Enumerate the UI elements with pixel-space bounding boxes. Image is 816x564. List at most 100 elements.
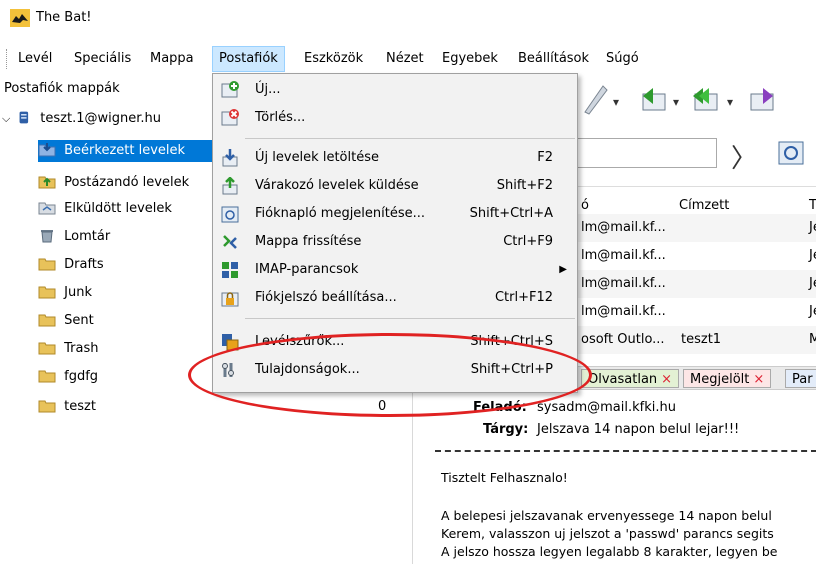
menu-level[interactable]: Levél bbox=[12, 46, 58, 72]
title-bar: The Bat! bbox=[0, 0, 816, 36]
window-title: The Bat! bbox=[36, 10, 92, 25]
folder-label: Beérkezett levelek bbox=[64, 143, 186, 158]
folder-pane-header: Postafiók mappák bbox=[4, 81, 120, 96]
message-row[interactable]: lm@mail.kf... Je bbox=[577, 270, 816, 298]
menu-item-label: Várakozó levelek küldése bbox=[255, 178, 419, 193]
tab-flagged[interactable]: Megjelölt × bbox=[683, 369, 772, 388]
menu-item-shortcut: Shift+F2 bbox=[496, 178, 553, 193]
menu-specialis[interactable]: Speciális bbox=[68, 46, 137, 72]
menu-nezet[interactable]: Nézet bbox=[380, 46, 430, 72]
menu-egyebek[interactable]: Egyebek bbox=[436, 46, 504, 72]
menu-item-delete-account[interactable]: Törlés... bbox=[215, 106, 575, 130]
menu-item-shortcut: Ctrl+F9 bbox=[503, 234, 553, 249]
folder-label: Elküldött levelek bbox=[64, 201, 172, 216]
message-row[interactable]: lm@mail.kf... Je bbox=[577, 298, 816, 326]
folder-label: fgdfg bbox=[64, 369, 99, 384]
message-from: lm@mail.kf... bbox=[581, 304, 666, 319]
menu-item-account-log[interactable]: Fióknapló megjelenítése... Shift+Ctrl+A bbox=[215, 202, 575, 226]
message-row[interactable]: osoft Outlo... teszt1 M bbox=[577, 326, 816, 354]
menu-item-label: IMAP-parancsok bbox=[255, 262, 359, 277]
menubar-grip[interactable] bbox=[6, 49, 8, 69]
close-icon[interactable]: × bbox=[753, 372, 764, 387]
folder-icon bbox=[38, 286, 56, 299]
menu-eszkozok[interactable]: Eszközök bbox=[298, 46, 369, 72]
folder-item-trash-bin[interactable]: Lomtár bbox=[38, 226, 110, 248]
compose-pen-icon[interactable] bbox=[584, 85, 608, 115]
message-to: teszt1 bbox=[681, 332, 722, 347]
menu-item-get-mail[interactable]: Új levelek letöltése F2 bbox=[215, 146, 575, 170]
menu-separator bbox=[245, 138, 575, 139]
body-line: A jelszo hossza legyen legalabb 8 karakt… bbox=[441, 544, 778, 559]
tab-label: Par bbox=[792, 372, 813, 387]
folder-item-junk[interactable]: Junk bbox=[38, 282, 92, 304]
menu-item-shortcut: Shift+Ctrl+A bbox=[469, 206, 553, 221]
message-subject: Je bbox=[809, 276, 816, 291]
chevron-right-icon[interactable]: 〉 bbox=[731, 138, 757, 175]
menu-beallitasok[interactable]: Beállítások bbox=[512, 46, 595, 72]
tab-par[interactable]: Par bbox=[785, 369, 816, 388]
folder-item-sent[interactable]: Sent bbox=[38, 310, 94, 332]
message-subject: Je bbox=[809, 220, 816, 235]
folder-item-fgdfg[interactable]: fgdfg bbox=[38, 366, 98, 388]
reply-all-icon[interactable] bbox=[693, 88, 718, 111]
message-row[interactable]: lm@mail.kf... Je bbox=[577, 214, 816, 242]
close-icon[interactable]: × bbox=[661, 372, 672, 387]
message-subject: Je bbox=[809, 304, 816, 319]
body-divider bbox=[435, 450, 816, 456]
menu-sugo[interactable]: Súgó bbox=[600, 46, 645, 72]
menu-mappa[interactable]: Mappa bbox=[144, 46, 200, 72]
folder-item-sent-items[interactable]: Elküldött levelek bbox=[38, 198, 172, 220]
folder-item-outbox[interactable]: Postázandó levelek bbox=[38, 172, 189, 194]
folder-item-drafts[interactable]: Drafts bbox=[38, 254, 104, 276]
message-subject: Je bbox=[809, 248, 816, 263]
inbox-folder-icon bbox=[38, 143, 56, 157]
send-queued-icon bbox=[222, 177, 238, 195]
menu-item-new-account[interactable]: Új... bbox=[215, 78, 575, 102]
menu-item-refresh-folder[interactable]: Mappa frissítése Ctrl+F9 bbox=[215, 230, 575, 254]
menu-item-label: Új levelek letöltése bbox=[255, 150, 379, 165]
folder-icon bbox=[38, 370, 56, 383]
dropdown-arrow-icon[interactable]: ▾ bbox=[727, 95, 733, 109]
message-row[interactable]: lm@mail.kf... Je bbox=[577, 242, 816, 270]
menu-item-account-password[interactable]: Fiókjelszó beállítása... Ctrl+F12 bbox=[215, 286, 575, 310]
menu-item-label: Törlés... bbox=[255, 110, 306, 125]
message-from: lm@mail.kf... bbox=[581, 220, 666, 235]
chevron-down-icon[interactable]: ⌵ bbox=[2, 108, 14, 130]
from-value[interactable]: sysadm@mail.kfki.hu bbox=[537, 400, 676, 415]
account-password-icon bbox=[221, 292, 239, 307]
tab-unread[interactable]: Olvasatlan × bbox=[581, 369, 680, 388]
subject-label: Tárgy: bbox=[483, 422, 529, 437]
forward-icon[interactable] bbox=[750, 88, 774, 111]
account-label: teszt.1@wigner.hu bbox=[40, 111, 161, 126]
account-log-icon[interactable] bbox=[769, 136, 809, 168]
menu-item-label: Új... bbox=[255, 82, 281, 97]
mail-toolbar: ▾ ▾ ▾ bbox=[584, 85, 774, 115]
get-mail-icon bbox=[222, 149, 238, 167]
dropdown-arrow-icon[interactable]: ▾ bbox=[613, 95, 619, 109]
delete-account-icon bbox=[221, 109, 239, 126]
quick-search-input[interactable] bbox=[577, 138, 717, 168]
dropdown-arrow-icon[interactable]: ▾ bbox=[673, 95, 679, 109]
folder-label: Drafts bbox=[64, 257, 104, 272]
folder-icon bbox=[38, 342, 56, 355]
tab-label: Megjelölt bbox=[690, 372, 750, 387]
folder-item-trash[interactable]: Trash bbox=[38, 338, 99, 360]
menu-separator bbox=[245, 318, 575, 319]
folder-icon bbox=[38, 400, 56, 413]
account-node[interactable]: ⌵ teszt.1@wigner.hu bbox=[2, 108, 161, 130]
menu-item-shortcut: Ctrl+F12 bbox=[494, 290, 553, 305]
menu-postafiok[interactable]: Postafiók bbox=[212, 46, 285, 72]
folder-item-inbox[interactable]: Beérkezett levelek bbox=[38, 140, 212, 162]
menu-item-send-queued[interactable]: Várakozó levelek küldése Shift+F2 bbox=[215, 174, 575, 198]
outbox-folder-icon bbox=[38, 176, 56, 189]
message-from: osoft Outlo... bbox=[581, 332, 665, 347]
tab-label: Olvasatlan bbox=[588, 372, 658, 387]
body-line: A belepesi jelszavanak ervenyessege 14 n… bbox=[441, 508, 772, 523]
folder-label: Lomtár bbox=[64, 229, 111, 244]
sent-items-folder-icon bbox=[38, 202, 56, 215]
subject-value: Jelszava 14 napon belul lejar!!! bbox=[537, 422, 740, 437]
reply-icon[interactable] bbox=[642, 88, 666, 111]
message-subject: M bbox=[809, 332, 816, 347]
menu-item-imap-commands[interactable]: IMAP-parancsok ▶ bbox=[215, 258, 575, 282]
the-bat-logo-icon bbox=[10, 9, 30, 27]
